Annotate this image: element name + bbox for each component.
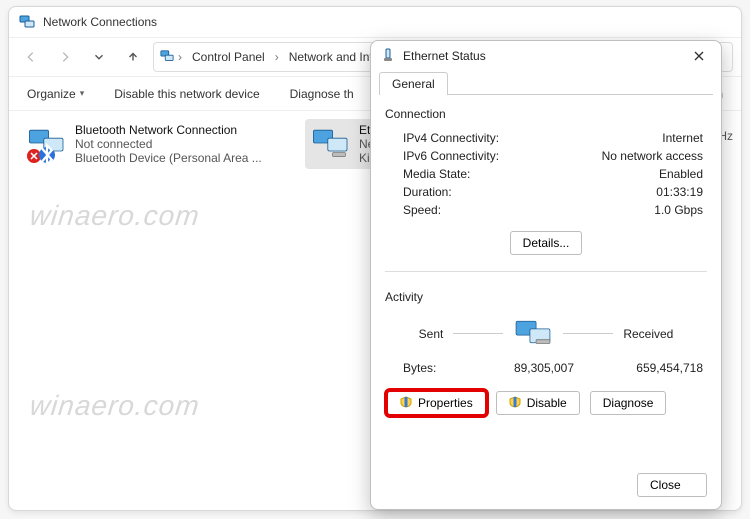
connection-item-bluetooth[interactable]: ✕ Bluetooth Network Connection Not conne… [21,119,291,169]
tab-general[interactable]: General [379,72,448,95]
media-state-value: Enabled [659,167,703,181]
uac-shield-icon [509,396,521,411]
close-button[interactable]: Close [637,473,707,497]
toolbar-diagnose[interactable]: Diagnose th [284,83,360,105]
window-title: Network Connections [43,15,157,29]
toolbar-organize-label: Organize [27,87,76,101]
disable-button-label: Disable [527,396,567,410]
connection-name: Bluetooth Network Connection [75,123,285,137]
details-button[interactable]: Details... [510,231,583,255]
ipv4-label: IPv4 Connectivity: [403,131,499,145]
speed-value: 1.0 Gbps [654,203,703,217]
toolbar-disable-device[interactable]: Disable this network device [108,83,265,105]
bytes-sent-value: 89,305,007 [463,361,592,375]
speed-label: Speed: [403,203,441,217]
properties-button[interactable]: Properties [387,391,486,415]
uac-shield-icon [400,396,412,411]
bytes-label: Bytes: [403,361,463,375]
chevron-right-icon: › [275,50,279,64]
dialog-tabs: General [371,71,721,94]
nav-forward-button[interactable] [51,43,79,71]
properties-button-label: Properties [418,396,473,410]
nav-recent-button[interactable] [85,43,113,71]
nav-back-button[interactable] [17,43,45,71]
close-icon [693,50,705,62]
computer-activity-icon [513,316,553,351]
activity-diagram: Sent Received [385,316,707,351]
ipv6-value: No network access [602,149,703,163]
ethernet-status-dialog: Ethernet Status General Connection IPv4 … [370,40,722,510]
ipv6-label: IPv6 Connectivity: [403,149,499,163]
dialog-close-button[interactable] [687,44,711,68]
ethernet-icon [381,48,395,65]
bluetooth-icon [39,147,55,163]
chevron-right-icon: › [178,50,182,64]
network-connections-icon [19,14,35,30]
breadcrumb[interactable]: Control Panel [186,48,271,66]
nav-up-button[interactable] [119,43,147,71]
toolbar-organize[interactable]: Organize ▾ [21,83,90,105]
connection-heading: Connection [385,107,707,121]
dialog-titlebar: Ethernet Status [371,41,721,71]
titlebar: Network Connections [9,7,741,37]
address-icon [160,49,174,66]
connection-status: Not connected [75,137,285,151]
disable-button[interactable]: Disable [496,391,580,415]
bytes-received-value: 659,454,718 [592,361,703,375]
connection-device: Bluetooth Device (Personal Area ... [75,151,275,165]
diagnose-button[interactable]: Diagnose [590,391,667,415]
dialog-title: Ethernet Status [403,49,679,63]
chevron-down-icon: ▾ [80,88,85,99]
duration-value: 01:33:19 [656,185,703,199]
connection-ethernet-icon [311,123,351,163]
sent-label: Sent [419,327,444,341]
duration-label: Duration: [403,185,452,199]
ipv4-value: Internet [662,131,703,145]
activity-heading: Activity [385,290,707,304]
connection-bluetooth-icon: ✕ [27,123,67,163]
media-state-label: Media State: [403,167,470,181]
received-label: Received [623,327,673,341]
